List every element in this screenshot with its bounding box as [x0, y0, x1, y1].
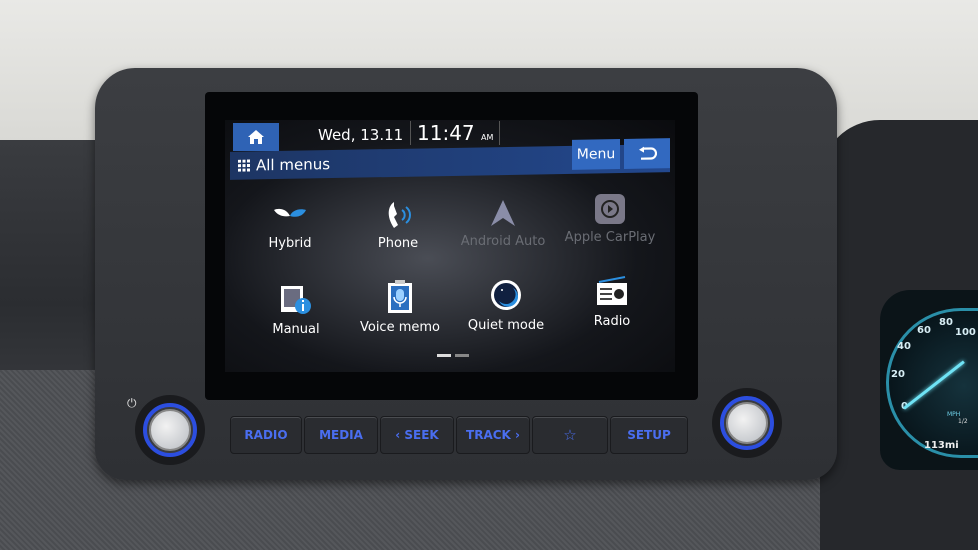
manual-icon	[281, 286, 311, 314]
app-label: Apple CarPlay	[564, 230, 656, 245]
all-menus-screen: Wed, 13.11 11:47 AM All menus Menu Hybri…	[225, 120, 675, 372]
leaf-icon	[274, 208, 306, 230]
page-title: All menus	[256, 155, 331, 175]
app-android-auto[interactable]: Android Auto	[448, 198, 558, 249]
app-radio[interactable]: Radio	[557, 276, 667, 329]
back-button[interactable]	[624, 138, 670, 169]
speed-needle	[903, 360, 965, 410]
app-hybrid[interactable]: Hybrid	[235, 204, 345, 251]
time: 11:47	[417, 121, 475, 145]
menu-button[interactable]: Menu	[572, 139, 620, 170]
range-readout: 113mi	[924, 440, 959, 451]
grid-icon	[238, 159, 250, 172]
unit-label: MPH	[947, 411, 961, 418]
speedometer: 0 20 40 60 80 100 MPH	[886, 308, 978, 458]
power-icon: ⏻	[127, 396, 137, 410]
app-apple-carplay[interactable]: Apple CarPlay	[555, 194, 665, 245]
app-label: Phone	[377, 236, 419, 251]
title: All menus	[238, 155, 330, 175]
app-label: Manual	[272, 322, 320, 337]
tick: 40	[897, 341, 911, 352]
tick: 100	[955, 327, 976, 338]
page-indicator	[437, 354, 469, 357]
title-bar: All menus Menu	[230, 138, 670, 180]
date: Wed, 13.11	[318, 126, 404, 144]
touchscreen: Wed, 13.11 11:47 AM All menus Menu Hybri…	[205, 92, 698, 400]
favorite-key[interactable]: ☆	[532, 416, 608, 454]
app-manual[interactable]: Manual	[241, 284, 351, 337]
hard-key-row: RADIO MEDIA ‹ SEEK TRACK › ☆ SETUP	[230, 416, 688, 454]
app-quiet-mode[interactable]: Quiet mode	[451, 278, 561, 333]
app-voice-memo[interactable]: Voice memo	[345, 280, 455, 335]
carplay-icon	[595, 194, 625, 224]
volume-knob[interactable]	[135, 395, 205, 465]
app-label: Hybrid	[268, 236, 312, 251]
radio-key[interactable]: RADIO	[230, 416, 302, 454]
tune-knob[interactable]	[712, 388, 782, 458]
tick: 20	[891, 369, 905, 380]
app-label: Android Auto	[460, 234, 546, 249]
fuel-level: 1/2	[958, 418, 968, 425]
android-auto-icon	[491, 200, 515, 226]
app-label: Voice memo	[359, 320, 440, 335]
app-label: Radio	[593, 314, 631, 329]
page-dot-active[interactable]	[437, 354, 451, 357]
phone-icon	[388, 202, 411, 228]
home-button[interactable]	[233, 123, 279, 151]
home-icon	[248, 130, 264, 144]
app-label: Quiet mode	[467, 318, 545, 333]
voice-memo-icon	[388, 280, 412, 313]
media-key[interactable]: MEDIA	[304, 416, 378, 454]
page-dot[interactable]	[455, 354, 469, 357]
tick: 60	[917, 325, 931, 336]
back-arrow-icon	[639, 146, 657, 160]
moon-icon	[491, 280, 521, 310]
instrument-cluster: 0 20 40 60 80 100 MPH 1/2 113mi	[880, 290, 978, 470]
setup-key[interactable]: SETUP	[610, 416, 688, 454]
clock: 11:47 AM	[410, 121, 501, 145]
radio-icon	[597, 276, 627, 305]
seek-key[interactable]: ‹ SEEK	[380, 416, 454, 454]
tick: 80	[939, 317, 953, 328]
track-key[interactable]: TRACK ›	[456, 416, 530, 454]
app-phone[interactable]: Phone	[343, 200, 453, 251]
ampm: AM	[481, 133, 494, 142]
